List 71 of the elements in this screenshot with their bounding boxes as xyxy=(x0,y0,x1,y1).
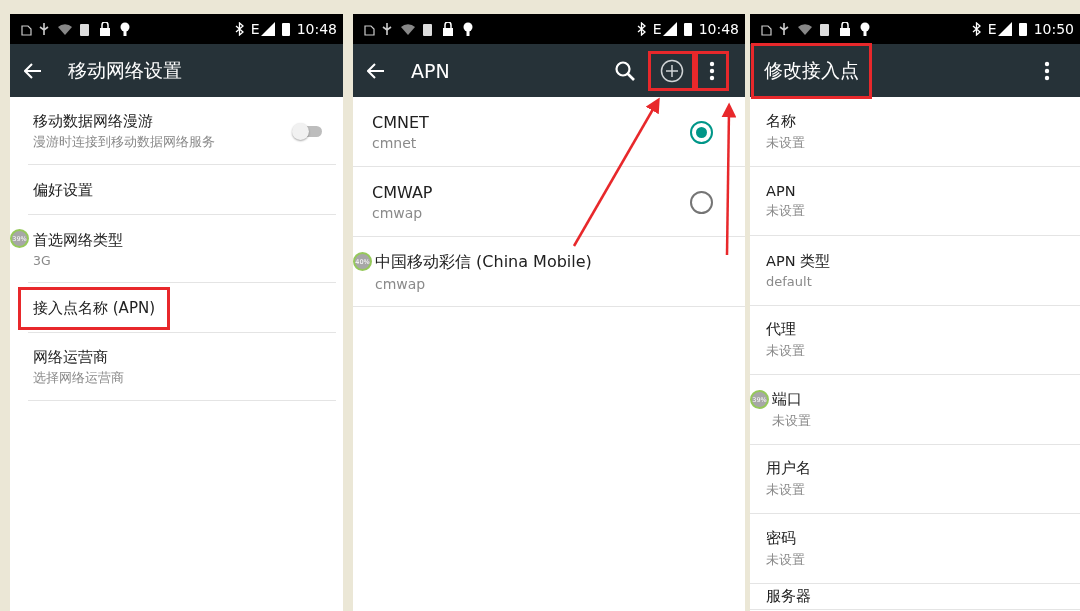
item-title: 接入点名称 (APN) xyxy=(18,286,170,330)
item-summary: 未设置 xyxy=(766,201,805,220)
item-title: APN xyxy=(766,182,796,199)
item-title: 网络运营商 xyxy=(33,347,108,367)
item-title: 偏好设置 xyxy=(33,180,93,200)
bluetooth-icon xyxy=(234,22,244,36)
list-item[interactable]: APN 未设置 xyxy=(750,166,1080,236)
search-icon[interactable] xyxy=(613,59,636,82)
list-item[interactable]: 服务器 xyxy=(750,583,1080,610)
clock-time: 10:48 xyxy=(698,21,739,37)
item-title: 中国移动彩信 (China Mobile) xyxy=(375,252,592,273)
network-type: E xyxy=(250,21,260,37)
add-icon[interactable] xyxy=(659,58,684,83)
item-summary: 漫游时连接到移动数据网络服务 xyxy=(33,133,215,151)
item-title: CMWAP xyxy=(372,183,433,202)
more-button[interactable] xyxy=(695,50,729,91)
signal-icon xyxy=(260,22,275,36)
radio-button[interactable] xyxy=(690,120,713,144)
item-summary: cmnet xyxy=(372,135,417,151)
list-item[interactable]: 名称 未设置 xyxy=(750,97,1080,167)
list-item[interactable]: 网络运营商 选择网络运营商 xyxy=(10,333,343,401)
item-summary: 3G xyxy=(33,252,51,268)
list-item[interactable]: 偏好设置 xyxy=(10,165,343,215)
item-summary: 选择网络运营商 xyxy=(33,369,124,387)
item-title: 端口 xyxy=(772,389,802,409)
item-summary: cmwap xyxy=(372,205,423,221)
item-title: 用户名 xyxy=(766,459,811,479)
back-arrow-icon[interactable] xyxy=(24,62,42,79)
radio-button[interactable] xyxy=(690,190,713,214)
add-button[interactable] xyxy=(648,50,695,91)
bluetooth-icon xyxy=(636,22,646,36)
signal-icon xyxy=(997,22,1012,36)
item-summary: 未设置 xyxy=(766,550,805,569)
back-arrow-icon[interactable] xyxy=(367,62,385,79)
clock-time: 10:48 xyxy=(296,21,337,37)
list-item[interactable]: APN 类型 default xyxy=(750,236,1080,306)
battery-icon xyxy=(683,22,692,36)
item-summary: 未设置 xyxy=(766,342,805,361)
item-title: 服务器 xyxy=(766,587,811,606)
item-summary: cmwap xyxy=(375,276,426,292)
list-item[interactable]: 代理 未设置 xyxy=(750,305,1080,375)
item-title: 移动数据网络漫游 xyxy=(33,111,153,131)
bluetooth-icon xyxy=(971,22,981,36)
item-title: APN 类型 xyxy=(766,252,831,272)
list-item[interactable]: 移动数据网络漫游 漫游时连接到移动数据网络服务 xyxy=(10,97,343,165)
item-title: 名称 xyxy=(766,111,796,131)
item-summary: 未设置 xyxy=(766,133,805,152)
item-title: CMNET xyxy=(372,113,429,132)
item-summary: 未设置 xyxy=(772,411,811,430)
item-summary: default xyxy=(766,274,812,290)
more-icon[interactable] xyxy=(709,60,715,81)
battery-icon xyxy=(1018,22,1027,36)
network-type: E xyxy=(652,21,662,37)
toolbar-title: APN xyxy=(411,59,450,82)
toolbar-title: 移动网络设置 xyxy=(68,57,182,83)
signal-icon xyxy=(662,22,677,36)
item-title: 代理 xyxy=(766,320,796,340)
toolbar-title: 修改接入点 xyxy=(751,42,872,99)
list-item[interactable]: 密码 未设置 xyxy=(750,514,1080,584)
toggle-switch[interactable] xyxy=(292,124,322,138)
list-item[interactable]: 接入点名称 (APN) xyxy=(10,283,343,333)
battery-icon xyxy=(281,22,290,36)
item-summary: 未设置 xyxy=(766,481,805,500)
item-title: 密码 xyxy=(766,528,796,548)
list-item[interactable]: CMNET cmnet xyxy=(353,97,745,167)
network-type: E xyxy=(987,21,997,37)
list-item[interactable]: 用户名 未设置 xyxy=(750,444,1080,514)
item-title: 首选网络类型 xyxy=(33,230,123,250)
list-item[interactable]: CMWAP cmwap xyxy=(353,167,745,237)
more-icon[interactable] xyxy=(1044,60,1050,81)
clock-time: 10:50 xyxy=(1033,21,1074,37)
